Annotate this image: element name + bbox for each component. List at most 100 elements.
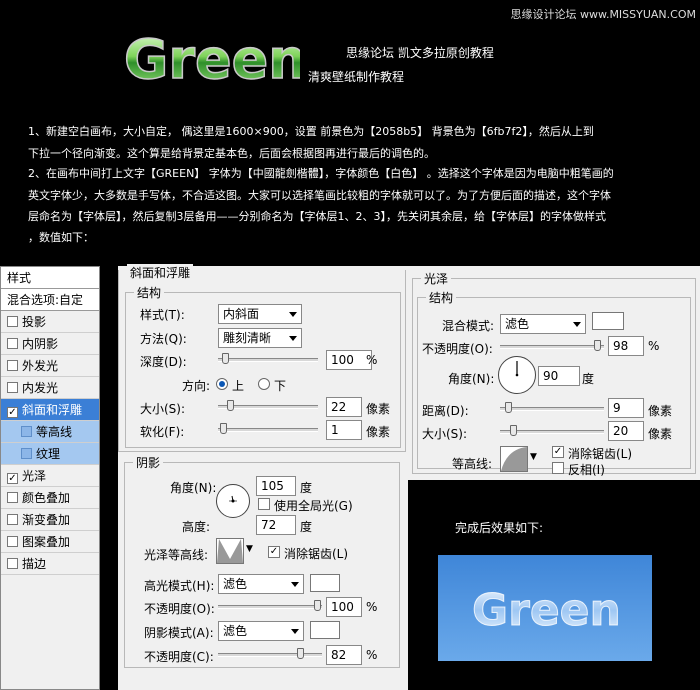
bevel-soften-slider[interactable]	[218, 423, 318, 434]
slider-thumb[interactable]	[227, 400, 235, 411]
styles-list: 样式 混合选项:自定 投影 内阴影 外发光 内发光 ✓ 斜面和浮雕 等高线 纹理 ✓ 光泽 颜色叠加…	[0, 266, 100, 690]
result-green-text: Green	[472, 585, 622, 637]
intro-line-1: 1、新建空白画布，大小自定， 偶这里是1600×900，设置 前景色为【2058…	[28, 125, 594, 138]
satin-blend-select[interactable]: 滤色	[500, 314, 586, 334]
angle-dial-icon	[229, 495, 237, 503]
style-item[interactable]: 颜色叠加	[1, 487, 99, 509]
satin-angle-unit: 度	[582, 372, 595, 386]
style-item-checkbox[interactable]	[7, 316, 18, 327]
slider-thumb[interactable]	[221, 353, 229, 364]
style-item-checkbox[interactable]	[7, 536, 18, 547]
direction-up-radio[interactable]	[216, 378, 228, 390]
bevel-depth-slider[interactable]	[218, 353, 318, 364]
bevel-size-slider[interactable]	[218, 400, 318, 411]
credit-line-2: 清爽壁纸制作教程	[308, 70, 405, 84]
satin-title: 光泽	[421, 270, 452, 287]
shading-angle-dial[interactable]	[216, 484, 250, 518]
direction-down-radio[interactable]	[258, 378, 270, 390]
bevel-style-label: 样式(T):	[140, 308, 185, 322]
style-item-label: 斜面和浮雕	[22, 403, 83, 417]
style-item[interactable]: 渐变叠加	[1, 509, 99, 531]
style-item[interactable]: 外发光	[1, 355, 99, 377]
slider-thumb[interactable]	[504, 402, 512, 413]
contour-curve-icon	[217, 539, 243, 563]
highlight-opacity-input[interactable]: 100	[326, 597, 362, 617]
satin-distance-slider[interactable]	[500, 402, 604, 413]
style-item-checkbox[interactable]	[7, 492, 18, 503]
shadow-opacity-input[interactable]: 82	[326, 645, 362, 665]
style-item[interactable]: 内发光	[1, 377, 99, 399]
style-item-checkbox[interactable]: ✓	[7, 407, 18, 418]
gloss-contour-swatch[interactable]	[216, 538, 244, 564]
bevel-soften-input[interactable]: 1	[326, 420, 362, 440]
style-item-checkbox[interactable]	[21, 426, 32, 437]
intro-line-4: 英文字体少，大多数是手写体，不合适这图。大家可以选择笔画比较粗的字体就可以了。为…	[28, 189, 611, 202]
style-item-checkbox[interactable]	[7, 338, 18, 349]
satin-invert-checkbox[interactable]	[552, 462, 564, 474]
satin-angle-input[interactable]: 90	[538, 366, 580, 386]
style-item-checkbox[interactable]	[21, 448, 32, 459]
slider-thumb[interactable]	[509, 425, 517, 436]
bevel-technique-select[interactable]: 雕刻清晰	[218, 328, 302, 348]
satin-opacity-input[interactable]: 98	[608, 336, 644, 356]
shading-anti-alias-checkbox[interactable]: ✓	[268, 546, 280, 558]
bevel-size-unit: 像素	[366, 402, 391, 416]
satin-contour-swatch[interactable]	[500, 446, 528, 472]
shadow-color-swatch[interactable]	[310, 621, 340, 639]
slider-thumb[interactable]	[594, 340, 602, 351]
style-item[interactable]: 纹理	[1, 443, 99, 465]
satin-contour-label: 等高线:	[452, 457, 493, 471]
satin-size-input[interactable]: 20	[608, 421, 644, 441]
bevel-depth-unit: %	[366, 353, 378, 367]
blending-options-item[interactable]: 混合选项:自定	[1, 289, 99, 311]
satin-distance-unit: 像素	[648, 404, 673, 418]
style-item[interactable]: 投影	[1, 311, 99, 333]
style-item-checkbox[interactable]	[7, 382, 18, 393]
shadow-mode-select[interactable]: 滤色	[218, 621, 304, 641]
contour-curve-icon	[501, 447, 527, 471]
highlight-opacity-slider[interactable]	[218, 600, 322, 611]
satin-opacity-slider[interactable]	[500, 340, 604, 351]
shading-angle-input[interactable]: 105	[256, 476, 296, 496]
slider-thumb[interactable]	[219, 423, 227, 434]
style-item[interactable]: 内阴影	[1, 333, 99, 355]
highlight-mode-label: 高光模式(H):	[144, 579, 215, 593]
style-item[interactable]: 描边	[1, 553, 99, 575]
style-item-checkbox[interactable]	[7, 360, 18, 371]
bevel-size-input[interactable]: 22	[326, 397, 362, 417]
bevel-depth-label: 深度(D):	[140, 355, 187, 369]
slider-thumb[interactable]	[314, 600, 321, 611]
intro-line-5: 层命名为【字体层】，然后复制3层备用——分别命名为【字体层1、2、3】，先关闭其…	[28, 210, 606, 223]
chevron-down-icon[interactable]: ▼	[246, 544, 253, 554]
satin-distance-label: 距离(D):	[422, 404, 469, 418]
shadow-opacity-slider[interactable]	[218, 648, 322, 659]
chevron-down-icon[interactable]: ▼	[530, 452, 537, 462]
satin-blend-label: 混合模式:	[442, 319, 495, 333]
satin-distance-input[interactable]: 9	[608, 398, 644, 418]
style-item-label: 图案叠加	[22, 535, 71, 549]
style-item-checkbox[interactable]	[7, 558, 18, 569]
style-item[interactable]: 等高线	[1, 421, 99, 443]
style-item-checkbox[interactable]	[7, 514, 18, 525]
style-item[interactable]: ✓ 斜面和浮雕	[1, 399, 99, 421]
slider-thumb[interactable]	[296, 648, 304, 659]
style-item-label: 内发光	[22, 381, 59, 395]
style-item[interactable]: ✓ 光泽	[1, 465, 99, 487]
shading-altitude-input[interactable]: 72	[256, 515, 296, 535]
satin-panel: 光泽 结构 混合模式: 滤色 不透明度(O): 98 % 角度(N): 90 度…	[408, 266, 700, 480]
shadow-opacity-unit: %	[366, 648, 378, 662]
satin-size-label: 大小(S):	[422, 427, 468, 441]
shading-anti-alias-label: 消除锯齿(L)	[284, 547, 349, 561]
satin-anti-alias-checkbox[interactable]: ✓	[552, 446, 564, 458]
style-item[interactable]: 图案叠加	[1, 531, 99, 553]
highlight-mode-select[interactable]: 滤色	[218, 574, 304, 594]
global-light-checkbox[interactable]	[258, 498, 270, 510]
satin-size-slider[interactable]	[500, 425, 604, 436]
bevel-style-select[interactable]: 内斜面	[218, 304, 302, 324]
style-item-checkbox[interactable]: ✓	[7, 473, 18, 484]
highlight-color-swatch[interactable]	[310, 574, 340, 592]
global-light-label: 使用全局光(G)	[274, 499, 353, 513]
chevron-down-icon	[291, 582, 299, 587]
satin-color-swatch[interactable]	[592, 312, 624, 330]
satin-angle-dial[interactable]	[498, 356, 536, 394]
